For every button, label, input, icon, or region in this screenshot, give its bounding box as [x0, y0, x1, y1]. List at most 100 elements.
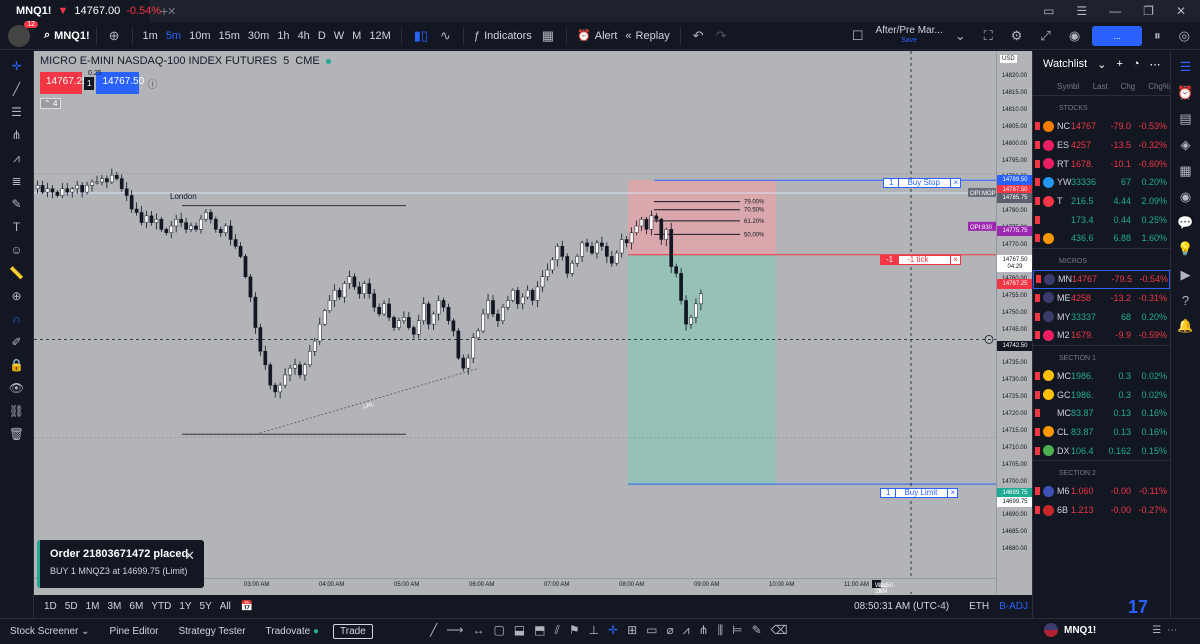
strategy-tester-tab[interactable]: Strategy Tester [168, 626, 255, 637]
layout-icon[interactable]: ▭ [1043, 4, 1054, 18]
range-1m[interactable]: 1M [82, 601, 104, 612]
list-icon[interactable]: ☰ [1152, 625, 1161, 636]
maximize-icon[interactable]: ❐ [1143, 4, 1154, 18]
new-tab-icon[interactable]: + [160, 3, 168, 19]
flag-icon[interactable]: ⚑ [569, 623, 580, 638]
pattern-icon[interactable]: ⩘ [8, 149, 26, 167]
short-position-icon[interactable]: ⬒ [534, 623, 545, 638]
highlighter-icon[interactable]: ⌀ [667, 623, 674, 638]
interval-5m[interactable]: 5m [162, 25, 185, 47]
cancel-buy-stop-icon[interactable]: × [951, 178, 961, 188]
data-window-icon[interactable]: ▤ [1179, 111, 1191, 127]
parallel-channel-icon[interactable]: ⫽ [554, 623, 559, 638]
eye-icon[interactable]: 👁 [8, 379, 26, 397]
clock[interactable]: 08:50:31 AM (UTC-4) [854, 601, 959, 612]
watchlist-row[interactable]: ME 4258 -13.2 -0.31% [1033, 289, 1170, 308]
alert-button[interactable]: ⏰ Alert [573, 25, 621, 47]
goto-date-icon[interactable]: 📅 [237, 601, 257, 612]
crosshair-icon[interactable]: ✛ [8, 57, 26, 75]
camera-icon[interactable]: ◉ [1063, 28, 1086, 44]
stock-screener-tab[interactable]: Stock Screener ⌄ [0, 626, 100, 637]
eraser-icon[interactable]: ⌫ [771, 623, 788, 638]
grid-icon[interactable]: ⊞ [627, 623, 637, 638]
avatar[interactable]: 12 [8, 25, 30, 47]
col-symbol[interactable]: Symbl [1057, 82, 1093, 91]
menu-icon[interactable]: ☰ [1076, 4, 1087, 18]
fib-icon[interactable]: ≣ [8, 172, 26, 190]
range-6m[interactable]: 6M [125, 601, 147, 612]
magnet-icon[interactable]: ∩ [8, 310, 26, 328]
range-1d[interactable]: 1D [40, 601, 61, 612]
close-toast-icon[interactable]: ✕ [184, 548, 195, 564]
watchlist-row[interactable]: YW 33336 67 0.20% [1033, 173, 1170, 192]
collapse-indicators[interactable]: ⌃ 4 [40, 98, 61, 109]
bars-pattern-icon[interactable]: ⫼ [718, 623, 724, 638]
trade-button[interactable]: Trade [333, 624, 373, 639]
session-selector[interactable]: ☐ After/Pre Mar... Save ⌄ ⛶ ⚙ ⤢ ◉ ... ⏸ … [846, 26, 1200, 46]
line-chart-icon[interactable]: ∿ [434, 28, 457, 44]
long-position-icon[interactable]: ⬓ [514, 623, 525, 638]
range-3m[interactable]: 3M [104, 601, 126, 612]
alerts-clock-icon[interactable]: ⏰ [1177, 85, 1193, 101]
pause-icon[interactable]: ⏸ [1148, 28, 1167, 44]
col-chg[interactable]: Chg [1120, 82, 1148, 91]
interval-D[interactable]: D [314, 25, 330, 47]
close-tab-icon[interactable]: ✕ [167, 5, 176, 18]
watchlist-row[interactable]: RT 1678. -10.1 -0.60% [1033, 154, 1170, 173]
redo-icon[interactable]: ↷ [710, 28, 733, 44]
broadcast-icon[interactable]: ◎ [1173, 28, 1200, 44]
arrow-icon[interactable]: ↔ [472, 623, 484, 638]
ray-icon[interactable]: ⟶ [446, 623, 463, 638]
interval-W[interactable]: W [330, 25, 348, 47]
interval-30m[interactable]: 30m [244, 25, 273, 47]
watchlist-section-header[interactable]: STOCKS [1033, 95, 1170, 117]
interval-1h[interactable]: 1h [273, 25, 293, 47]
watchlist-row[interactable]: GC 1986. 0.3 0.02% [1033, 385, 1170, 404]
watchlist-row[interactable]: 173.4 0.44 0.25% [1033, 210, 1170, 229]
more-icon[interactable]: ⋯ [1167, 625, 1177, 636]
indicators-button[interactable]: ƒ Indicators [470, 25, 536, 47]
position-line[interactable]: -1 -1 tick × [880, 255, 961, 265]
vertical-line-icon[interactable]: ⊥ [589, 623, 599, 638]
buy-stop-order[interactable]: 1 Buy Stop × [883, 178, 961, 188]
watchlist-row[interactable]: M2 1679. -9.9 -0.59% [1033, 326, 1170, 345]
badj-toggle[interactable]: B-ADJ [999, 601, 1032, 612]
symbol-search[interactable]: ⌕ MNQ1! [44, 29, 90, 42]
watchlist-section-header[interactable]: SECTION 2 [1033, 460, 1170, 482]
interval-1m[interactable]: 1m [139, 25, 162, 47]
chat-icon[interactable]: 💬 [1177, 215, 1193, 231]
brush-icon[interactable]: ✎ [752, 623, 762, 638]
col-last[interactable]: Last [1093, 82, 1121, 91]
watchlist-row[interactable]: CL 83.87 0.13 0.16% [1033, 423, 1170, 442]
notifications-icon[interactable]: 🔔 [1177, 318, 1193, 334]
pitchfork-icon[interactable]: ⋔ [699, 623, 709, 638]
watchlist-row[interactable]: 436.6 6.88 1.60% [1033, 229, 1170, 248]
trend-line-icon[interactable]: ╱ [8, 80, 26, 98]
link-icon[interactable]: ⛓ [8, 402, 26, 420]
watchlist-row[interactable]: MN 14767 -79.5 -0.54% [1033, 270, 1170, 289]
trend-line-icon[interactable]: ╱ [430, 623, 437, 638]
watchlist-row[interactable]: MC 83.87 0.13 0.16% [1033, 404, 1170, 423]
candles-icon[interactable]: ▮▯ [408, 28, 434, 44]
range-all[interactable]: All [216, 601, 235, 612]
publish-button[interactable]: ... [1092, 26, 1142, 46]
compare-plus-icon[interactable]: ⊕ [103, 28, 126, 44]
advanced-view-icon[interactable]: ◔ [1133, 58, 1140, 70]
ruler-icon[interactable]: ⊨ [732, 623, 742, 638]
trash-icon[interactable]: 🗑 [8, 425, 26, 443]
watchlist-icon[interactable]: ☰ [1180, 59, 1192, 75]
horizontal-lines-icon[interactable]: ☰ [8, 103, 26, 121]
buy-button[interactable]: 14767.50 [96, 72, 139, 94]
lock-icon[interactable]: 🔒 [8, 356, 26, 374]
stay-drawing-icon[interactable]: ✐ [8, 333, 26, 351]
text-icon[interactable]: T [8, 218, 26, 236]
interval-M[interactable]: M [348, 25, 365, 47]
add-symbol-icon[interactable]: + [1116, 58, 1122, 70]
watchlist-row[interactable]: T 216.5 4.44 2.09% [1033, 192, 1170, 211]
undo-icon[interactable]: ↶ [687, 28, 710, 44]
more-icon[interactable]: ⋯ [1150, 58, 1161, 71]
help-icon[interactable]: ? [1182, 293, 1189, 308]
range-5y[interactable]: 5Y [196, 601, 216, 612]
watchlist-title[interactable]: Watchlist [1043, 58, 1087, 70]
emoji-icon[interactable]: ☺ [8, 241, 26, 259]
